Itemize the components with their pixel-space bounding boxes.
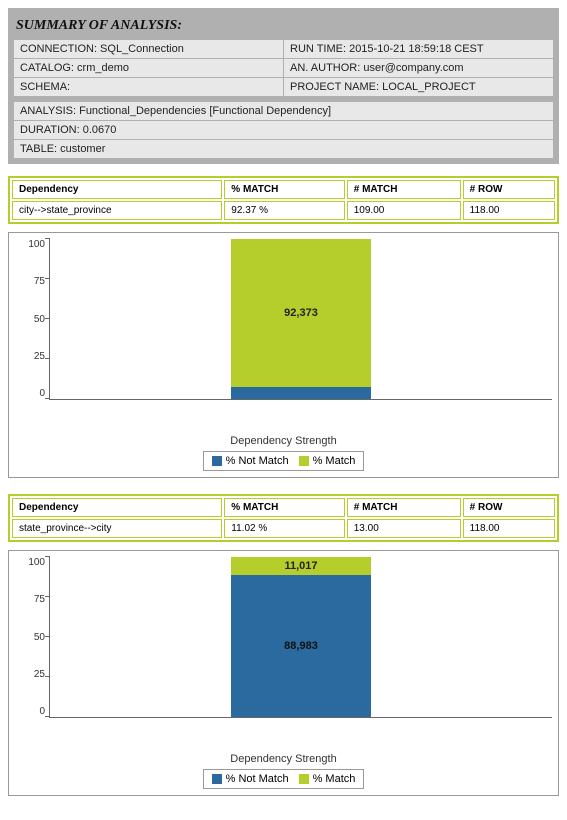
col-pct-match: % MATCH [224,180,344,199]
col-n-match: # MATCH [347,180,461,199]
bar-match: 92,373 [231,239,371,387]
y-tick-label: 25 [34,669,45,680]
author-cell: AN. AUTHOR: user@company.com [284,59,553,77]
summary-title: SUMMARY OF ANALYSIS: [14,14,553,40]
dependency-table: Dependency % MATCH # MATCH # ROW state_p… [8,494,559,542]
col-pct-match: % MATCH [224,498,344,517]
table-header-row: Dependency % MATCH # MATCH # ROW [12,180,555,199]
col-n-match: # MATCH [347,498,461,517]
cell-n-row: 118.00 [463,519,555,538]
col-n-row: # ROW [463,180,555,199]
y-tick-label: 75 [34,276,45,287]
bar-match-label: 11,017 [284,560,317,572]
bar-not-match-label: 88,983 [284,640,318,652]
cell-n-row: 118.00 [463,201,555,220]
catalog-cell: CATALOG: crm_demo [14,59,283,77]
cell-n-match: 109.00 [347,201,461,220]
table-header-row: Dependency % MATCH # MATCH # ROW [12,498,555,517]
duration-cell: DURATION: 0.0670 [14,121,553,139]
y-tick-label: 50 [34,632,45,643]
table-row: state_province-->city 11.02 % 13.00 118.… [12,519,555,538]
swatch-match-icon [299,774,309,784]
col-dependency: Dependency [12,498,222,517]
chart-legend: % Not Match % Match [203,451,365,471]
swatch-not-match-icon [212,774,222,784]
y-tick-label: 75 [34,594,45,605]
y-tick-label: 25 [34,351,45,362]
summary-panel: SUMMARY OF ANALYSIS: CONNECTION: SQL_Con… [8,8,559,164]
project-cell: PROJECT NAME: LOCAL_PROJECT [284,78,553,96]
chart-panel: 100 75 50 25 0 88,983 11,017 Dependency … [8,550,559,796]
cell-n-match: 13.00 [347,519,461,538]
chart-panel: 100 75 50 25 0 92,373 Dependency Strengt… [8,232,559,478]
analysis-cell: ANALYSIS: Functional_Dependencies [Funct… [14,102,553,120]
bar-match-label: 92,373 [284,307,318,319]
y-tick-label: 50 [34,314,45,325]
col-dependency: Dependency [12,180,222,199]
x-axis-label: Dependency Strength [15,435,552,447]
y-tick-label: 100 [28,557,45,568]
runtime-cell: RUN TIME: 2015-10-21 18:59:18 CEST [284,40,553,58]
bar-match: 11,017 [231,557,371,575]
dependency-table: Dependency % MATCH # MATCH # ROW city-->… [8,176,559,224]
table-cell: TABLE: customer [14,140,553,158]
cell-dependency: city-->state_province [12,201,222,220]
cell-pct-match: 92.37 % [224,201,344,220]
stacked-bar: 88,983 11,017 [231,557,371,717]
stacked-bar: 92,373 [231,239,371,399]
y-tick-label: 100 [28,239,45,250]
swatch-not-match-icon [212,456,222,466]
legend-not-match: % Not Match [226,455,289,467]
legend-match: % Match [313,455,356,467]
cell-dependency: state_province-->city [12,519,222,538]
y-axis: 100 75 50 25 0 [15,557,45,717]
table-row: city-->state_province 92.37 % 109.00 118… [12,201,555,220]
plot-area: 92,373 [49,239,552,400]
swatch-match-icon [299,456,309,466]
schema-cell: SCHEMA: [14,78,283,96]
y-axis: 100 75 50 25 0 [15,239,45,399]
chart-legend: % Not Match % Match [203,769,365,789]
cell-pct-match: 11.02 % [224,519,344,538]
x-axis-label: Dependency Strength [15,753,552,765]
summary-info-grid: CONNECTION: SQL_Connection RUN TIME: 201… [14,40,553,158]
connection-cell: CONNECTION: SQL_Connection [14,40,283,58]
col-n-row: # ROW [463,498,555,517]
legend-match: % Match [313,773,356,785]
bar-not-match [231,387,371,399]
bar-not-match: 88,983 [231,575,371,717]
legend-not-match: % Not Match [226,773,289,785]
